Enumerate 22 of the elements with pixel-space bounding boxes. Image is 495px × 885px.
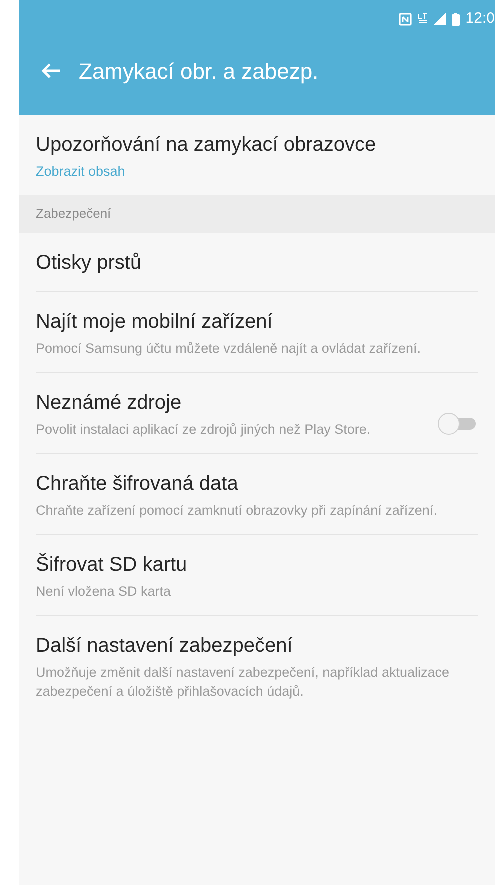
nfc-icon — [398, 12, 412, 26]
signal-icon — [434, 13, 446, 25]
setting-title[interactable]: Chraňte šifrovaná data — [36, 470, 478, 498]
toggle-switch[interactable] — [438, 413, 476, 435]
screen-title: Zamykací obr. a zabezp. — [79, 58, 319, 86]
back-arrow-icon[interactable] — [41, 63, 61, 79]
setting-summary: Povolit instalaci aplikací ze zdrojů jiných než Play Store. — [36, 421, 372, 439]
setting-title[interactable]: Další nastavení zabezpečení — [36, 632, 478, 660]
battery-icon — [452, 12, 460, 26]
setting-title[interactable]: Najít moje mobilní zařízení — [36, 308, 478, 336]
setting-summary: Pomocí Samsung účtu můžete vzdáleně najít a ovládat zařízení. — [36, 340, 422, 358]
setting-summary: Umožňuje změnit další nastavení zabezpečení, například aktualizace zabezpečení a úložiště přihlašovacích údajů. — [36, 664, 450, 701]
setting-title[interactable]: Šifrovat SD kartu — [36, 551, 478, 579]
setting-title[interactable]: Otisky prstů — [36, 249, 478, 277]
setting-summary: Není vložena SD karta — [36, 583, 172, 601]
section-header: Zabezpečení — [19, 195, 495, 233]
setting-summary: Chraňte zařízení pomocí zamknutí obrazovky při zapínání zařízení. — [36, 502, 438, 520]
setting-title[interactable]: Neznámé zdroje — [36, 389, 418, 417]
lte-icon — [418, 13, 428, 25]
setting-summary: Zobrazit obsah — [36, 163, 126, 181]
setting-title[interactable]: Upozorňování na zamykací obrazovce — [36, 131, 478, 159]
status-time: 12:0 — [466, 8, 495, 29]
